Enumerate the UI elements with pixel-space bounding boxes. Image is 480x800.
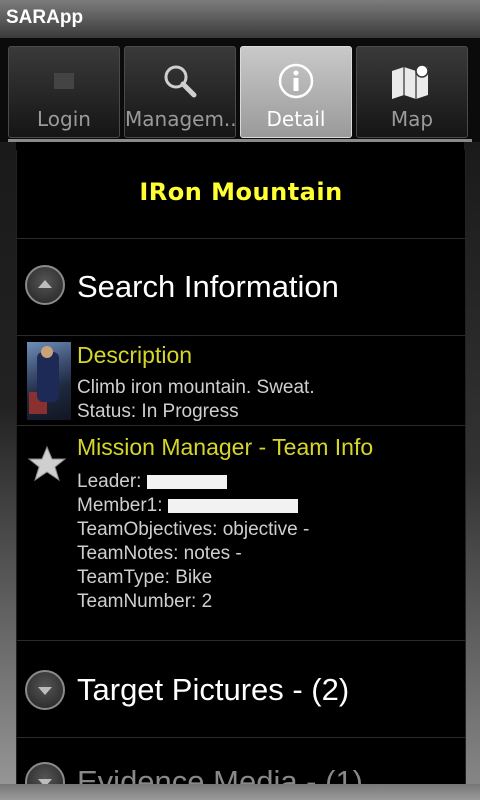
- expand-down-icon[interactable]: [25, 762, 65, 784]
- map-icon: [388, 61, 436, 105]
- description-item[interactable]: Description Climb iron mountain. Sweat. …: [17, 336, 465, 426]
- tab-label: Map: [390, 107, 434, 131]
- detail-panel[interactable]: IRon Mountain Search Information Descrip…: [16, 150, 466, 784]
- mission-name: IRon Mountain: [139, 178, 343, 206]
- team-notes: TeamNotes: notes -: [77, 543, 242, 564]
- description-text: Climb iron mountain. Sweat.: [77, 377, 315, 398]
- expand-down-icon[interactable]: [25, 670, 65, 710]
- tab-login[interactable]: Login: [8, 46, 120, 138]
- team-objectives: TeamObjectives: objective -: [77, 519, 310, 540]
- star-icon: [27, 444, 67, 488]
- redacted-name: [167, 498, 298, 513]
- background-bottom: [0, 784, 480, 800]
- evidence-media-title: Evidence Media - (1): [77, 764, 364, 784]
- search-icon: [160, 61, 200, 105]
- tab-management[interactable]: Managem..: [124, 46, 236, 138]
- team-number: TeamNumber: 2: [77, 591, 213, 612]
- search-information-title: Search Information: [77, 269, 339, 304]
- tab-map[interactable]: Map: [356, 46, 468, 138]
- team-leader: Leader:: [77, 471, 227, 493]
- evidence-media-header[interactable]: Evidence Media - (1): [17, 738, 465, 784]
- description-thumbnail: [27, 342, 71, 420]
- background-left: [0, 142, 16, 800]
- title-bar: SARApp: [0, 0, 480, 39]
- app-title: SARApp: [6, 7, 84, 28]
- redacted-name: [146, 474, 227, 489]
- team-leader-label: Leader:: [77, 471, 147, 492]
- team-member1: Member1:: [77, 495, 298, 517]
- tab-label: Login: [37, 107, 91, 131]
- tab-detail[interactable]: Detail: [240, 46, 352, 138]
- tab-label: Managem..: [125, 107, 236, 131]
- mission-header: IRon Mountain: [17, 150, 465, 239]
- description-heading: Description: [77, 342, 193, 368]
- login-icon: [44, 61, 84, 105]
- team-info-heading: Mission Manager - Team Info: [77, 434, 374, 460]
- background-right: [464, 142, 480, 800]
- collapse-up-icon[interactable]: [25, 265, 65, 305]
- search-information-header[interactable]: Search Information: [17, 239, 465, 336]
- team-type: TeamType: Bike: [77, 567, 213, 588]
- info-icon: [276, 61, 316, 105]
- tab-label: Detail: [266, 107, 326, 131]
- team-info-item[interactable]: Mission Manager - Team Info Leader: Memb…: [17, 426, 465, 641]
- target-pictures-header[interactable]: Target Pictures - (2): [17, 641, 465, 738]
- target-pictures-title: Target Pictures - (2): [77, 672, 350, 707]
- team-member-label: Member1:: [77, 495, 168, 516]
- description-status: Status: In Progress: [77, 401, 239, 422]
- tab-bar: Login Managem.. Detail Map: [0, 38, 480, 142]
- tab-indicator-line: [8, 139, 472, 142]
